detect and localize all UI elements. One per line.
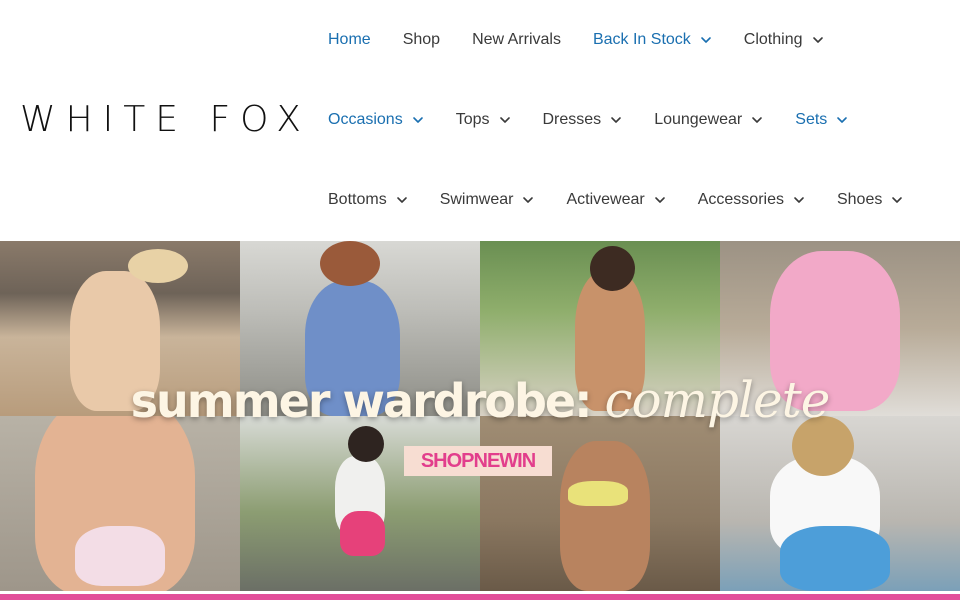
nav-item-accessories[interactable]: Accessories — [698, 189, 805, 211]
nav-item-back-in-stock[interactable]: Back In Stock — [593, 29, 712, 51]
hero-photo-7 — [480, 416, 720, 591]
nav-item-label: Shop — [402, 31, 441, 48]
chevron-down-icon[interactable] — [412, 114, 424, 126]
nav-item-label: Bottoms — [328, 191, 387, 208]
chevron-down-icon[interactable] — [499, 114, 511, 126]
nav-item-occasions[interactable]: Occasions — [328, 109, 424, 131]
nav-item-label: Activewear — [566, 191, 645, 208]
hero-photo-5 — [0, 416, 240, 591]
nav-item-label: Sets — [795, 111, 828, 128]
hero-title-script: complete — [604, 371, 831, 429]
nav-item-label: Accessories — [697, 191, 784, 208]
promo-strip — [0, 594, 960, 600]
nav-item-label: Clothing — [743, 31, 803, 48]
nav-item-swimwear[interactable]: Swimwear — [440, 189, 535, 211]
nav-item-label: Back In Stock — [592, 31, 691, 48]
chevron-down-icon[interactable] — [700, 34, 712, 46]
nav-item-label: Dresses — [542, 111, 602, 128]
nav-item-home[interactable]: Home — [328, 29, 371, 51]
nav-item-tops[interactable]: Tops — [456, 109, 511, 131]
nav-item-label: Swimwear — [439, 191, 514, 208]
shop-new-in-button[interactable]: SHOPNEWIN — [404, 446, 552, 476]
nav-item-new-arrivals[interactable]: New Arrivals — [472, 29, 561, 51]
hero-banner[interactable]: summer wardrobe: complete SHOPNEWIN — [0, 241, 960, 591]
nav-row-1: Home Shop New Arrivals Back In Stock Clothin… — [328, 28, 856, 52]
nav-item-clothing[interactable]: Clothing — [744, 29, 824, 51]
hero-title: summer wardrobe: complete — [0, 371, 960, 429]
chevron-down-icon[interactable] — [610, 114, 622, 126]
nav-item-label: Loungewear — [654, 111, 743, 128]
nav-item-label: Occasions — [328, 111, 403, 128]
nav-item-label: Shoes — [836, 191, 883, 208]
hero-photo-8 — [720, 416, 960, 591]
chevron-down-icon[interactable] — [812, 34, 824, 46]
nav-item-bottoms[interactable]: Bottoms — [328, 189, 408, 211]
nav-item-label: Tops — [455, 111, 490, 128]
nav-item-activewear[interactable]: Activewear — [566, 189, 665, 211]
nav-item-shop[interactable]: Shop — [403, 29, 440, 51]
chevron-down-icon[interactable] — [751, 114, 763, 126]
nav-item-shoes[interactable]: Shoes — [837, 189, 903, 211]
hero-title-main: summer wardrobe: — [130, 374, 593, 428]
chevron-down-icon[interactable] — [793, 194, 805, 206]
nav-row-2: Occasions Tops Dresses Loungewear Sets — [328, 108, 880, 132]
nav-item-loungewear[interactable]: Loungewear — [654, 109, 763, 131]
chevron-down-icon[interactable] — [396, 194, 408, 206]
nav-item-label: New Arrivals — [472, 31, 561, 48]
nav-item-sets[interactable]: Sets — [795, 109, 848, 131]
hero-photo-6 — [240, 416, 480, 591]
nav-item-label: Home — [328, 31, 371, 48]
chevron-down-icon[interactable] — [891, 194, 903, 206]
nav-item-dresses[interactable]: Dresses — [543, 109, 623, 131]
chevron-down-icon[interactable] — [522, 194, 534, 206]
chevron-down-icon[interactable] — [654, 194, 666, 206]
nav-row-3: Bottoms Swimwear Activewear Accessories Shoe… — [328, 188, 935, 212]
brand-logo[interactable]: WHITE FOX — [20, 100, 311, 140]
site-header: WHITE FOX Home Shop New Arrivals Back In St… — [0, 0, 960, 241]
chevron-down-icon[interactable] — [836, 114, 848, 126]
